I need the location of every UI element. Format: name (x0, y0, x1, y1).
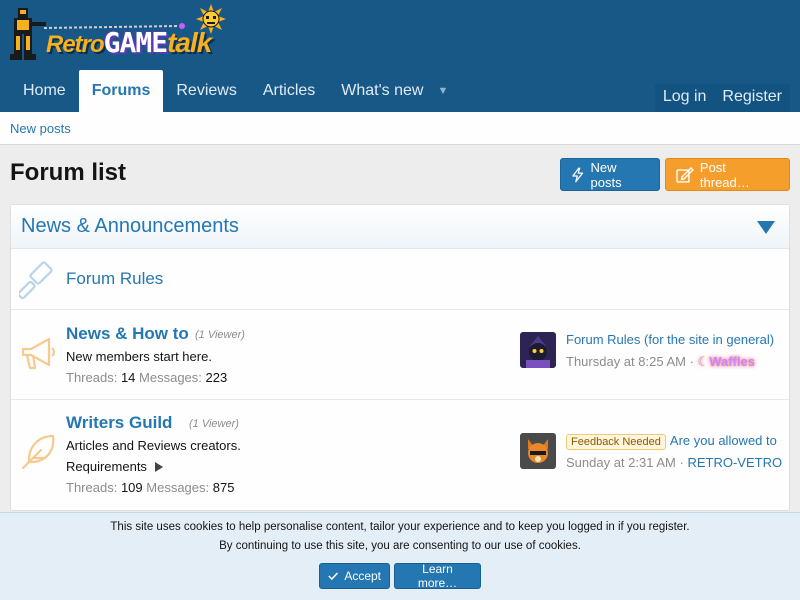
threads-count: 14 (120, 370, 136, 385)
post-date[interactable]: Thursday at 8:25 AM (566, 354, 686, 369)
forum-title-link[interactable]: Writers Guild (66, 413, 172, 433)
avatar-image (520, 332, 556, 368)
new-posts-button[interactable]: New posts (560, 158, 660, 191)
logo-character-icon (10, 8, 46, 60)
username-link[interactable]: RETRO-VETRO (687, 455, 782, 470)
threads-label: Threads: (66, 370, 118, 385)
forum-description: New members start here. (66, 349, 212, 364)
feather-icon (21, 434, 55, 470)
forum-row: Writers Guild (1 Viewer) Articles and Re… (11, 400, 789, 510)
cookie-text-line1: This site uses cookies to help personali… (110, 521, 690, 533)
edit-icon (676, 166, 694, 183)
forum-title-link[interactable]: Forum Rules (66, 269, 163, 289)
nav-tab-label: Reviews (176, 82, 237, 99)
category-block: News & Announcements Forum Rules News & … (10, 204, 790, 511)
sub-nav: New posts (0, 112, 800, 145)
register-link[interactable]: Register (714, 84, 790, 112)
megaphone-icon (21, 337, 56, 370)
viewer-count: (1 Viewer) (189, 418, 239, 430)
nav-tab-label: Articles (262, 82, 316, 99)
latest-post: Forum Rules (for the site in general) Th… (520, 332, 790, 382)
latest-thread-title: Are you allowed to (669, 433, 777, 448)
category-title[interactable]: News & Announcements (21, 215, 239, 238)
nav-tab-home[interactable]: Home (10, 70, 79, 112)
bolt-icon (572, 167, 584, 182)
collapse-icon[interactable] (757, 221, 775, 234)
messages-label: Messages: (139, 370, 202, 385)
button-label: Learn more… (417, 562, 458, 590)
viewer-count: (1 Viewer) (195, 329, 245, 341)
forum-stats: Threads: 109 Messages: 875 (66, 480, 234, 495)
gavel-icon (19, 261, 53, 299)
nav-tab-reviews[interactable]: Reviews (163, 70, 249, 112)
username-link[interactable]: ☾Waffles (698, 354, 755, 369)
button-label: Post thread… (699, 159, 750, 190)
nav-tab-articles[interactable]: Articles (250, 70, 328, 112)
latest-thread-link[interactable]: Feedback Needed Are you allowed to (566, 433, 790, 450)
moon-icon: ☾ (697, 354, 710, 369)
forum-title-link[interactable]: News & How to (66, 324, 189, 344)
new-posts-link[interactable]: New posts (10, 121, 71, 136)
cookie-text-line2: By continuing to use this site, you are … (219, 540, 581, 552)
threads-label: Threads: (66, 480, 118, 495)
messages-count: 875 (212, 480, 235, 495)
site-header: RetroGAMEtalk Home Forums Reviews Articl… (0, 0, 800, 112)
forum-stats: Threads: 14 Messages: 223 (66, 370, 227, 385)
account-nav: Log in Register (654, 84, 790, 112)
avatar[interactable] (520, 332, 556, 368)
nav-tab-label: Home (23, 82, 66, 99)
cookie-notice: This site uses cookies to help personali… (0, 512, 800, 600)
nav-tab-whats-new[interactable]: What's new ▼ (328, 70, 461, 112)
check-icon (328, 572, 339, 581)
meta-separator: · (679, 455, 684, 470)
messages-label: Messages: (146, 480, 210, 495)
category-header: News & Announcements (11, 205, 789, 249)
button-label: New posts (590, 159, 622, 190)
site-logo[interactable]: RetroGAMEtalk (8, 4, 238, 66)
threads-count: 109 (120, 480, 143, 495)
subforum-toggle[interactable]: Requirements (66, 459, 163, 474)
learn-more-button[interactable]: Learn more… (394, 562, 481, 590)
chevron-down-icon[interactable]: ▼ (437, 85, 448, 97)
main-nav: Home Forums Reviews Articles What's new ▼ (10, 70, 461, 112)
latest-meta: Thursday at 8:25 AM · ☾Waffles (566, 354, 790, 370)
latest-meta: Sunday at 2:31 AM · RETRO-VETRO (566, 455, 790, 470)
forum-description: Articles and Reviews creators. (66, 438, 241, 453)
latest-thread-link[interactable]: Forum Rules (for the site in general) (566, 332, 790, 347)
forum-row: Forum Rules (11, 249, 789, 310)
caret-right-icon (154, 461, 163, 472)
nav-tab-label: What's new (341, 82, 424, 99)
post-date[interactable]: Sunday at 2:31 AM (566, 455, 676, 470)
page-title: Forum list (10, 159, 127, 186)
nav-tab-forums[interactable]: Forums (78, 70, 164, 112)
forum-row: News & How to (1 Viewer) New members sta… (11, 310, 789, 400)
post-thread-button[interactable]: Post thread… (665, 158, 790, 191)
accept-cookies-button[interactable]: Accept (319, 563, 390, 589)
avatar[interactable] (520, 433, 556, 469)
avatar-image (520, 433, 556, 469)
button-label: Accept (344, 569, 381, 583)
login-link[interactable]: Log in (655, 84, 715, 112)
subforum-label: Requirements (66, 459, 147, 474)
username-text: Waffles (709, 354, 755, 369)
nav-tab-label: Forums (91, 82, 151, 99)
thread-prefix-badge[interactable]: Feedback Needed (566, 434, 666, 450)
logo-wordmark: RetroGAMEtalk (46, 26, 212, 59)
messages-count: 223 (205, 370, 228, 385)
meta-separator: · (689, 354, 694, 369)
latest-post: Feedback Needed Are you allowed to Sunday… (520, 433, 790, 483)
